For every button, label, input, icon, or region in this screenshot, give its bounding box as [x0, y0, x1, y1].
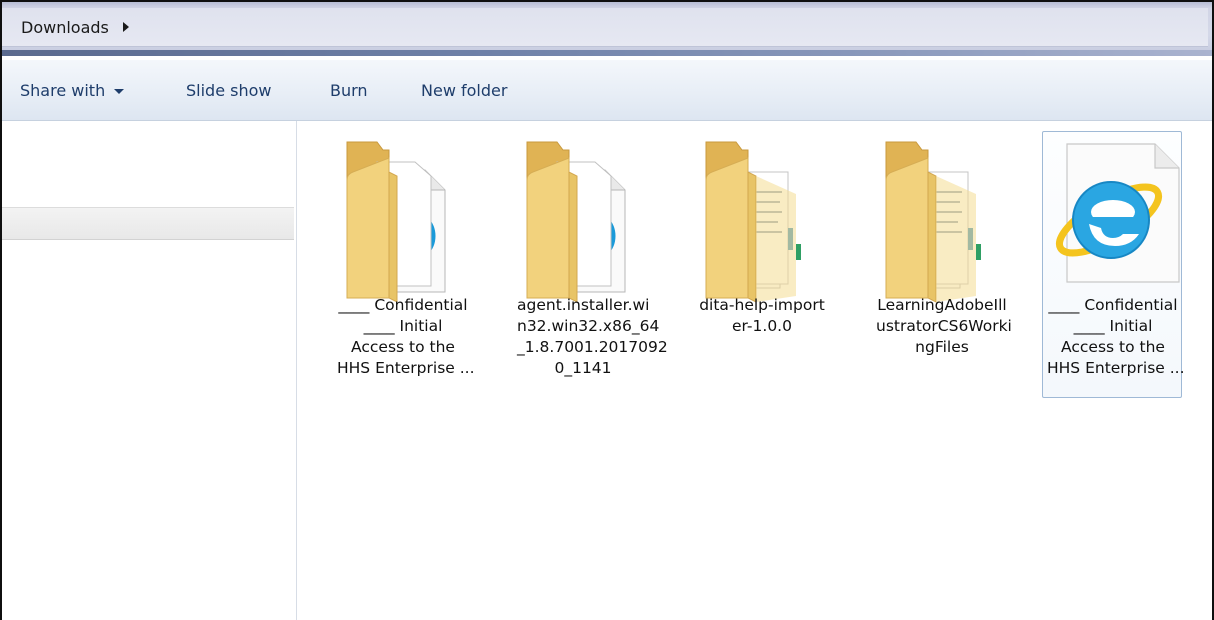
- address-field[interactable]: Downloads: [2, 8, 1208, 47]
- file-name: LearningAdobeIll ustratorCS6Worki ngFile…: [876, 296, 1012, 356]
- html-document-icon: [1055, 143, 1180, 283]
- folder-icon: [705, 141, 801, 303]
- new-folder-button[interactable]: New folder: [421, 81, 507, 100]
- file-item-dita-help-importer-folder[interactable]: dita-help-import er-1.0.0: [691, 131, 831, 398]
- file-name: agent.installer.wi n32.win32.x86_64 _1.8…: [517, 296, 668, 377]
- file-item-agent-installer-folder[interactable]: agent.installer.wi n32.win32.x86_64 _1.8…: [512, 131, 668, 398]
- file-item-confidential-html[interactable]: ____ Confidential ____ Initial Access to…: [1042, 131, 1185, 398]
- file-item-learning-adobe-illustrator-folder[interactable]: LearningAdobeIll ustratorCS6Worki ngFile…: [871, 131, 1012, 398]
- folder-icon: [885, 141, 981, 303]
- command-bar: Share with Slide show Burn New folder: [2, 60, 1212, 121]
- address-bar-edge: [2, 50, 1212, 56]
- slide-show-button[interactable]: Slide show: [186, 81, 271, 100]
- file-item-confidential-folder[interactable]: ____ Confidential ____ Initial Access to…: [332, 131, 475, 398]
- file-name: ____ Confidential ____ Initial Access to…: [337, 296, 475, 377]
- share-with-button[interactable]: Share with: [20, 81, 125, 100]
- explorer-window: Downloads Share with Slide show Burn New…: [0, 0, 1214, 620]
- burn-button[interactable]: Burn: [330, 81, 368, 100]
- chevron-down-icon: [114, 89, 125, 94]
- file-name: dita-help-import er-1.0.0: [699, 296, 825, 335]
- address-bar: Downloads: [2, 2, 1212, 56]
- share-with-label: Share with: [20, 81, 106, 100]
- file-list[interactable]: ____ Confidential ____ Initial Access to…: [297, 121, 1212, 620]
- file-name: ____ Confidential ____ Initial Access to…: [1047, 296, 1185, 377]
- breadcrumb-downloads[interactable]: Downloads: [21, 18, 109, 37]
- folder-icon: [346, 141, 446, 303]
- navigation-pane[interactable]: [2, 121, 297, 620]
- folder-icon: [526, 141, 626, 303]
- nav-selected-item[interactable]: [2, 207, 294, 240]
- breadcrumb-arrow-icon[interactable]: [122, 22, 129, 32]
